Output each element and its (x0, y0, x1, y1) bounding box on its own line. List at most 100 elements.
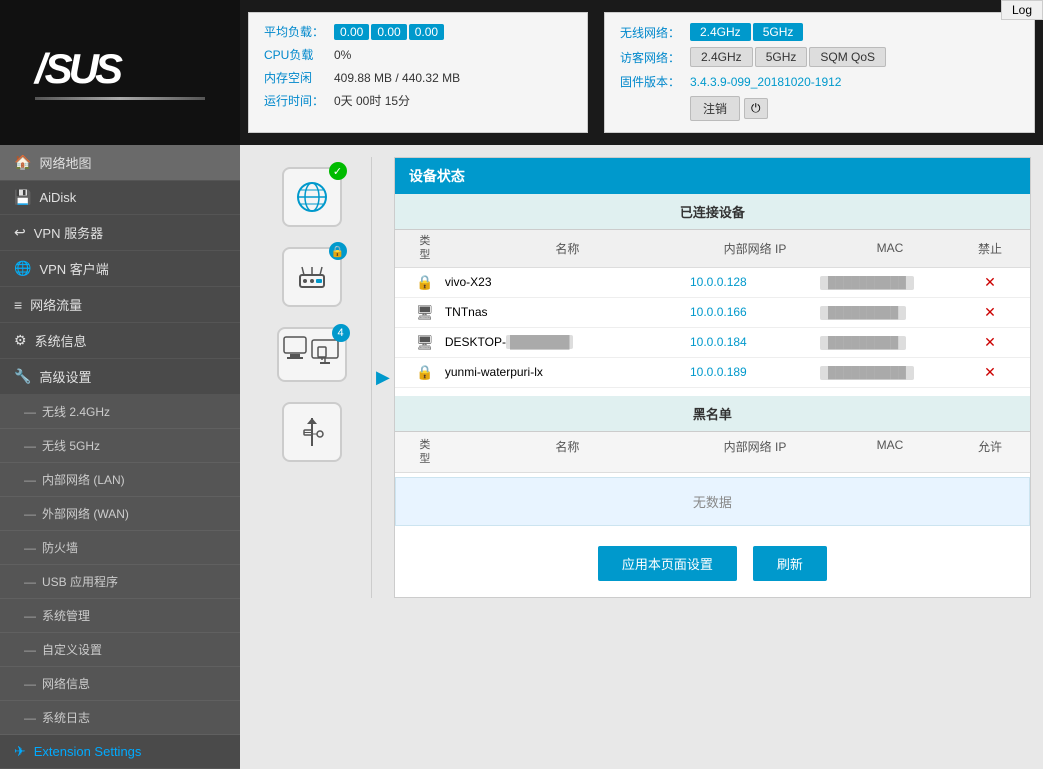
sidebar-item-wan[interactable]: — 外部网络 (WAN) (0, 497, 240, 531)
bl-col-type: 类型 (405, 438, 445, 467)
device-mac-0: ██████████ (820, 276, 914, 290)
sidebar-item-lan[interactable]: — 内部网络 (LAN) (0, 463, 240, 497)
bl-col-name: 名称 (445, 438, 690, 467)
sidebar-label-net-info: 网络信息 (42, 675, 90, 692)
sidebar-item-extension[interactable]: ✈ Extension Settings (0, 735, 240, 769)
device-block-3[interactable]: ✕ (984, 364, 996, 380)
table-row: 🖥 TNTnas 10.0.0.166 █████████ ✕ (395, 298, 1030, 328)
wireless-label: 无线网络： (620, 24, 690, 41)
device-block-1[interactable]: ✕ (984, 304, 996, 320)
content-inner: ✓ (252, 157, 1031, 598)
sidebar-label-firewall: 防火墙 (42, 539, 78, 556)
sidebar-label-lan: 内部网络 (LAN) (42, 471, 125, 488)
network-map-icons: ✓ (252, 157, 372, 598)
sidebar-item-wireless-5[interactable]: — 无线 5GHz (0, 429, 240, 463)
device-mac-2: █████████ (820, 336, 906, 350)
asus-logo: /SUS (35, 45, 205, 93)
sidebar-item-vpn-server[interactable]: ↩ VPN 服务器 (0, 215, 240, 251)
sidebar-label-wireless-24: 无线 2.4GHz (42, 403, 110, 420)
extension-icon: ✈ (14, 743, 26, 760)
bl-col-ip: 内部网络 IP (690, 438, 820, 467)
firmware-value: 3.4.3.9-099_20181020-1912 (690, 75, 841, 89)
sidebar-item-traffic[interactable]: ≡ 网络流量 (0, 287, 240, 323)
device-block-2[interactable]: ✕ (984, 334, 996, 350)
sidebar-label-sys-log: 系统日志 (42, 709, 90, 726)
device-ip-0[interactable]: 10.0.0.128 (690, 275, 820, 289)
wireless-5-btn[interactable]: 5GHz (753, 23, 804, 41)
dash-icon-5: — (24, 575, 36, 589)
gear-icon: ⚙ (14, 332, 27, 349)
panel-header: 设备状态 (395, 158, 1030, 194)
device-status-panel: 设备状态 已连接设备 类型 名称 内部网络 IP MAC 禁止 🔒 (394, 157, 1031, 598)
dash-icon-3: — (24, 507, 36, 521)
arrow-area: ▶ (372, 157, 394, 598)
device-name-3: yunmi-waterpuri-lx (445, 365, 690, 379)
sidebar-label-advanced: 高级设置 (39, 367, 91, 386)
content-area: ✓ (240, 145, 1043, 769)
sidebar-label-sys-admin: 系统管理 (42, 607, 90, 624)
dash-icon-9: — (24, 711, 36, 725)
blacklist-header-row: 类型 名称 内部网络 IP MAC 允许 (395, 432, 1030, 474)
dash-icon-7: — (24, 643, 36, 657)
wrench-icon: 🔧 (14, 368, 31, 385)
table-row: 🔒 yunmi-waterpuri-lx 10.0.0.189 ████████… (395, 358, 1030, 388)
home-icon: 🏠 (14, 154, 31, 171)
sqm-btn[interactable]: SQM QoS (809, 47, 886, 67)
mem-value: 409.88 MB / 440.32 MB (334, 71, 460, 85)
sidebar-item-wireless-24[interactable]: — 无线 2.4GHz (0, 395, 240, 429)
sidebar-item-sysinfo[interactable]: ⚙ 系统信息 (0, 323, 240, 359)
wireless-panel: 无线网络： 2.4GHz 5GHz 访客网络： 2.4GHz 5GHz SQM … (604, 12, 1035, 133)
sidebar-item-net-info[interactable]: — 网络信息 (0, 667, 240, 701)
device-ip-3[interactable]: 10.0.0.189 (690, 365, 820, 379)
device-name-2: DESKTOP-███████ (445, 335, 690, 349)
sidebar-item-firewall[interactable]: — 防火墙 (0, 531, 240, 565)
connected-title: 已连接设备 (395, 194, 1030, 230)
device-ip-1[interactable]: 10.0.0.166 (690, 305, 820, 319)
sidebar-item-vpn-client[interactable]: 🌐 VPN 客户端 (0, 251, 240, 287)
sidebar-item-custom[interactable]: — 自定义设置 (0, 633, 240, 667)
sidebar-item-sys-admin[interactable]: — 系统管理 (0, 599, 240, 633)
usb-icon-circle (282, 402, 342, 462)
router-status-badge: 🔒 (329, 242, 347, 260)
dash-icon-4: — (24, 541, 36, 555)
dash-icon-0: — (24, 405, 36, 419)
usb-icon (294, 414, 330, 450)
log-button[interactable]: Log (1001, 0, 1043, 20)
bl-col-mac: MAC (820, 438, 960, 467)
uptime-label: 运行时间： (264, 92, 334, 109)
internet-status-badge: ✓ (329, 162, 347, 180)
sidebar-label-extension: Extension Settings (34, 744, 142, 759)
device-block-0[interactable]: ✕ (984, 274, 996, 290)
guest-5-btn[interactable]: 5GHz (755, 47, 808, 67)
connected-header-row: 类型 名称 内部网络 IP MAC 禁止 (395, 230, 1030, 268)
lock-icon-3: 🔒 (416, 364, 433, 381)
bottom-buttons: 应用本页面设置 刷新 (395, 530, 1030, 597)
device-ip-2[interactable]: 10.0.0.184 (690, 335, 820, 349)
sidebar-label-network-map: 网络地图 (39, 153, 91, 172)
cancel-button[interactable]: 注销 (690, 96, 740, 121)
device-mac-1: █████████ (820, 306, 906, 320)
sidebar-item-usb-apps[interactable]: — USB 应用程序 (0, 565, 240, 599)
load-val-1: 0.00 (334, 24, 369, 40)
device-name-1: TNTnas (445, 305, 690, 319)
device-type-2: 🖥 (405, 334, 445, 351)
guest-24-btn[interactable]: 2.4GHz (690, 47, 753, 67)
col-mac-header: MAC (820, 241, 960, 255)
blacklist-title: 黑名单 (395, 396, 1030, 432)
refresh-button[interactable]: 刷新 (753, 546, 827, 581)
device-name-0: vivo-X23 (445, 275, 690, 289)
sidebar-label-traffic: 网络流量 (30, 295, 82, 314)
usb-icon-item (282, 402, 342, 462)
sidebar-item-aidisk[interactable]: 💾 AiDisk (0, 181, 240, 215)
sidebar-item-network-map[interactable]: 🏠 网络地图 (0, 145, 240, 181)
sidebar-label-vpn-client: VPN 客户端 (39, 259, 108, 278)
load-val-3: 0.00 (409, 24, 444, 40)
wireless-24-btn[interactable]: 2.4GHz (690, 23, 751, 41)
power-button[interactable]: ⏻ (744, 98, 768, 119)
sidebar-item-advanced[interactable]: 🔧 高级设置 (0, 359, 240, 395)
sidebar-item-sys-log[interactable]: — 系统日志 (0, 701, 240, 735)
device-type-0: 🔒 (405, 274, 445, 291)
col-type-header: 类型 (405, 234, 445, 263)
firmware-label: 固件版本： (620, 73, 690, 90)
apply-button[interactable]: 应用本页面设置 (598, 546, 737, 581)
